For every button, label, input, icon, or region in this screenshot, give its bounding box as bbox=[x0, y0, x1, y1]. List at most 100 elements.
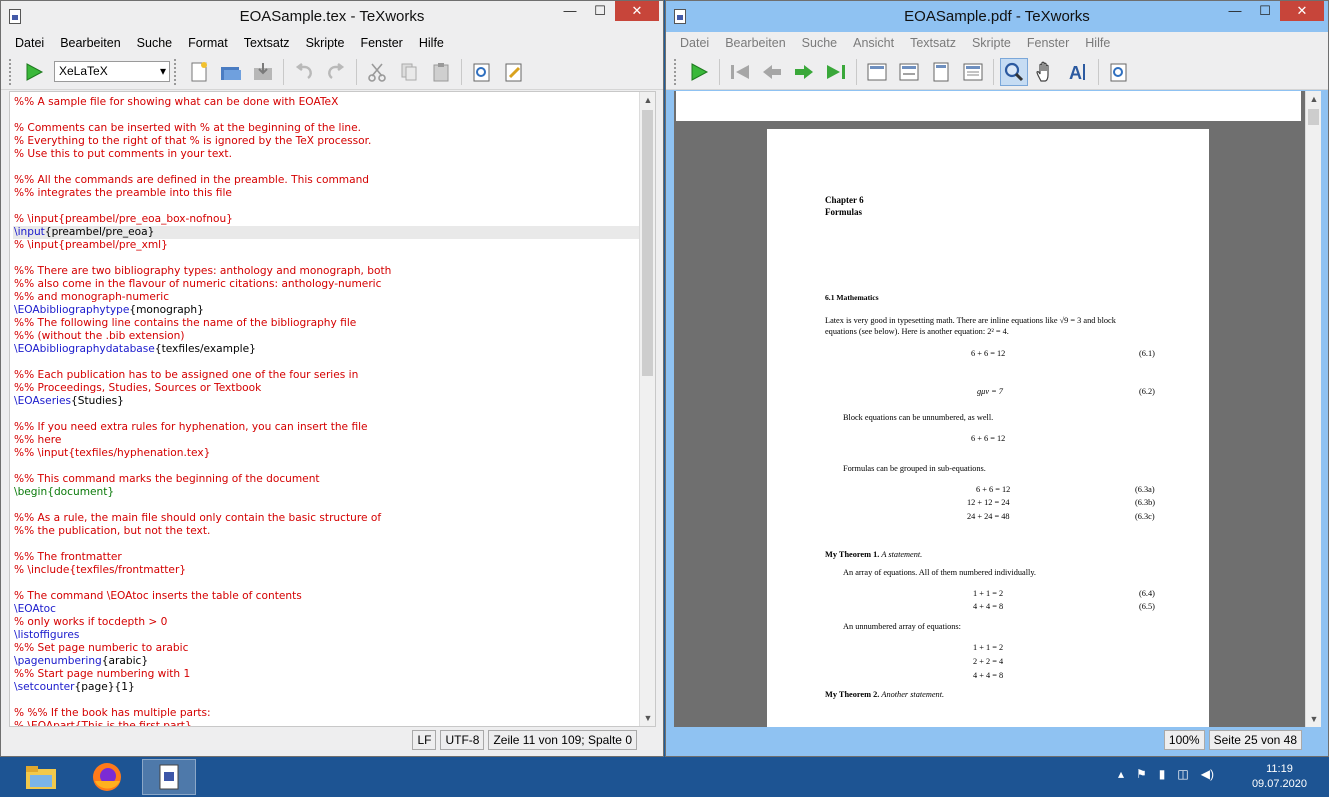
first-page-button[interactable] bbox=[726, 58, 754, 86]
editor-line[interactable] bbox=[13, 577, 641, 590]
editor-line[interactable]: \setcounter{page}{1} bbox=[13, 681, 641, 694]
editor-line[interactable]: %% also come in the flavour of numeric c… bbox=[13, 278, 641, 291]
menu-suche[interactable]: Suche bbox=[129, 36, 180, 50]
editor-line[interactable] bbox=[13, 499, 641, 512]
pdf-title-bar[interactable]: EOASample.pdf - TeXworks — ☐ ✕ bbox=[666, 1, 1328, 32]
editor-line[interactable] bbox=[13, 161, 641, 174]
editor-line[interactable]: %% The frontmatter bbox=[13, 551, 641, 564]
editor-line[interactable]: \EOAseries{Studies} bbox=[13, 395, 641, 408]
editor-line[interactable]: \input{preambel/pre_eoa} bbox=[13, 226, 641, 239]
editor-line[interactable] bbox=[13, 200, 641, 213]
editor-line[interactable]: %% Proceedings, Studies, Sources or Text… bbox=[13, 382, 641, 395]
action-center-icon[interactable]: ⚑ bbox=[1136, 767, 1147, 781]
menu-datei[interactable]: Datei bbox=[7, 36, 52, 50]
editor-line[interactable]: % Everything to the right of that % is i… bbox=[13, 135, 641, 148]
editor-line[interactable]: %% There are two bibliography types: ant… bbox=[13, 265, 641, 278]
editor-line[interactable]: \begin{document} bbox=[13, 486, 641, 499]
goto-source-button[interactable] bbox=[1105, 58, 1133, 86]
scroll-up-icon[interactable]: ▲ bbox=[640, 92, 655, 108]
close-button[interactable]: ✕ bbox=[1280, 1, 1324, 21]
fit-page-button[interactable] bbox=[927, 58, 955, 86]
editor-line[interactable]: % \EOApart{This is the first part} bbox=[13, 720, 641, 726]
magnify-tool-button[interactable] bbox=[1000, 57, 1028, 86]
minimize-button[interactable]: — bbox=[1220, 1, 1250, 21]
editor-line[interactable]: %% The following line contains the name … bbox=[13, 317, 641, 330]
editor-line[interactable] bbox=[13, 408, 641, 421]
scroll-down-icon[interactable]: ▼ bbox=[1306, 711, 1321, 727]
editor-line[interactable] bbox=[13, 356, 641, 369]
typeset-button[interactable] bbox=[685, 58, 713, 86]
editor-line[interactable]: \EOAbibliographytype{monograph} bbox=[13, 304, 641, 317]
editor-line[interactable] bbox=[13, 109, 641, 122]
texworks-button[interactable] bbox=[142, 759, 196, 795]
scroll-tool-button[interactable] bbox=[1032, 58, 1060, 86]
menu-bearbeiten[interactable]: Bearbeiten bbox=[717, 36, 793, 50]
editor-line[interactable]: % Use this to put comments in your text. bbox=[13, 148, 641, 161]
editor-line[interactable]: %% All the commands are defined in the p… bbox=[13, 174, 641, 187]
editor-scrollbar[interactable]: ▲ ▼ bbox=[639, 92, 655, 726]
editor-line[interactable]: \listoffigures bbox=[13, 629, 641, 642]
menu-skripte[interactable]: Skripte bbox=[964, 36, 1019, 50]
tray-expand-icon[interactable]: ▴ bbox=[1118, 767, 1124, 781]
fit-window-button[interactable] bbox=[959, 58, 987, 86]
editor-line[interactable]: %% (without the .bib extension) bbox=[13, 330, 641, 343]
save-button[interactable] bbox=[249, 58, 277, 86]
menu-datei[interactable]: Datei bbox=[672, 36, 717, 50]
close-button[interactable]: ✕ bbox=[615, 1, 659, 21]
editor-line[interactable] bbox=[13, 460, 641, 473]
editor-line[interactable]: %% A sample file for showing what can be… bbox=[13, 96, 641, 109]
scroll-up-icon[interactable]: ▲ bbox=[1306, 91, 1321, 107]
editor-line[interactable] bbox=[13, 538, 641, 551]
last-page-button[interactable] bbox=[822, 58, 850, 86]
editor-line[interactable]: %% and monograph-numeric bbox=[13, 291, 641, 304]
new-file-button[interactable] bbox=[185, 58, 213, 86]
copy-button[interactable] bbox=[395, 58, 423, 86]
next-page-button[interactable] bbox=[790, 58, 818, 86]
editor-line[interactable]: %% If you need extra rules for hyphenati… bbox=[13, 421, 641, 434]
editor-line[interactable]: % \include{texfiles/frontmatter} bbox=[13, 564, 641, 577]
editor-line[interactable]: % \input{preambel/pre_xml} bbox=[13, 239, 641, 252]
editor-line[interactable]: % only works if tocdepth > 0 bbox=[13, 616, 641, 629]
zoom-level[interactable]: 100% bbox=[1163, 730, 1205, 750]
editor-line[interactable] bbox=[13, 694, 641, 707]
pdf-scrollbar[interactable]: ▲ ▼ bbox=[1305, 91, 1321, 727]
editor-line[interactable]: \EOAtoc bbox=[13, 603, 641, 616]
menu-ansicht[interactable]: Ansicht bbox=[845, 36, 902, 50]
editor-line[interactable]: %% here bbox=[13, 434, 641, 447]
editor-line[interactable]: % The command \EOAtoc inserts the table … bbox=[13, 590, 641, 603]
volume-icon[interactable]: ◀) bbox=[1201, 767, 1214, 781]
redo-button[interactable] bbox=[322, 58, 350, 86]
editor-title-bar[interactable]: EOASample.tex - TeXworks — ☐ ✕ bbox=[1, 1, 663, 32]
scroll-thumb[interactable] bbox=[1308, 109, 1319, 125]
file-explorer-button[interactable] bbox=[14, 759, 68, 795]
pdf-viewer[interactable]: Chapter 6 Formulas 6.1 Mathematics Latex… bbox=[674, 91, 1321, 727]
actual-size-button[interactable] bbox=[863, 58, 891, 86]
minimize-button[interactable]: — bbox=[555, 1, 585, 21]
editor-line[interactable]: % %% If the book has multiple parts: bbox=[13, 707, 641, 720]
maximize-button[interactable]: ☐ bbox=[1250, 1, 1280, 21]
undo-button[interactable] bbox=[290, 58, 318, 86]
source-editor[interactable]: %% A sample file for showing what can be… bbox=[9, 91, 656, 727]
edit-pdf-button[interactable] bbox=[500, 58, 528, 86]
network-icon[interactable]: ◫ bbox=[1177, 767, 1188, 781]
editor-line[interactable]: % \input{preambel/pre_eoa_box-nofnou} bbox=[13, 213, 641, 226]
editor-line[interactable]: \pagenumbering{arabic} bbox=[13, 655, 641, 668]
scroll-thumb[interactable] bbox=[642, 110, 653, 376]
menu-suche[interactable]: Suche bbox=[794, 36, 845, 50]
maximize-button[interactable]: ☐ bbox=[585, 1, 615, 21]
menu-fenster[interactable]: Fenster bbox=[352, 36, 410, 50]
fit-width-button[interactable] bbox=[895, 58, 923, 86]
menu-textsatz[interactable]: Textsatz bbox=[236, 36, 298, 50]
menu-bearbeiten[interactable]: Bearbeiten bbox=[52, 36, 128, 50]
clock[interactable]: 11:19 09.07.2020 bbox=[1252, 762, 1307, 792]
cut-button[interactable] bbox=[363, 58, 391, 86]
editor-line[interactable]: %% Start page numbering with 1 bbox=[13, 668, 641, 681]
select-text-button[interactable]: A bbox=[1064, 58, 1092, 86]
paste-button[interactable] bbox=[427, 58, 455, 86]
editor-line[interactable]: %% the publication, but not the text. bbox=[13, 525, 641, 538]
typeset-button[interactable] bbox=[20, 58, 48, 86]
menu-hilfe[interactable]: Hilfe bbox=[1077, 36, 1118, 50]
editor-line[interactable]: %% Each publication has to be assigned o… bbox=[13, 369, 641, 382]
menu-fenster[interactable]: Fenster bbox=[1019, 36, 1077, 50]
editor-line[interactable]: %% \input{texfiles/hyphenation.tex} bbox=[13, 447, 641, 460]
